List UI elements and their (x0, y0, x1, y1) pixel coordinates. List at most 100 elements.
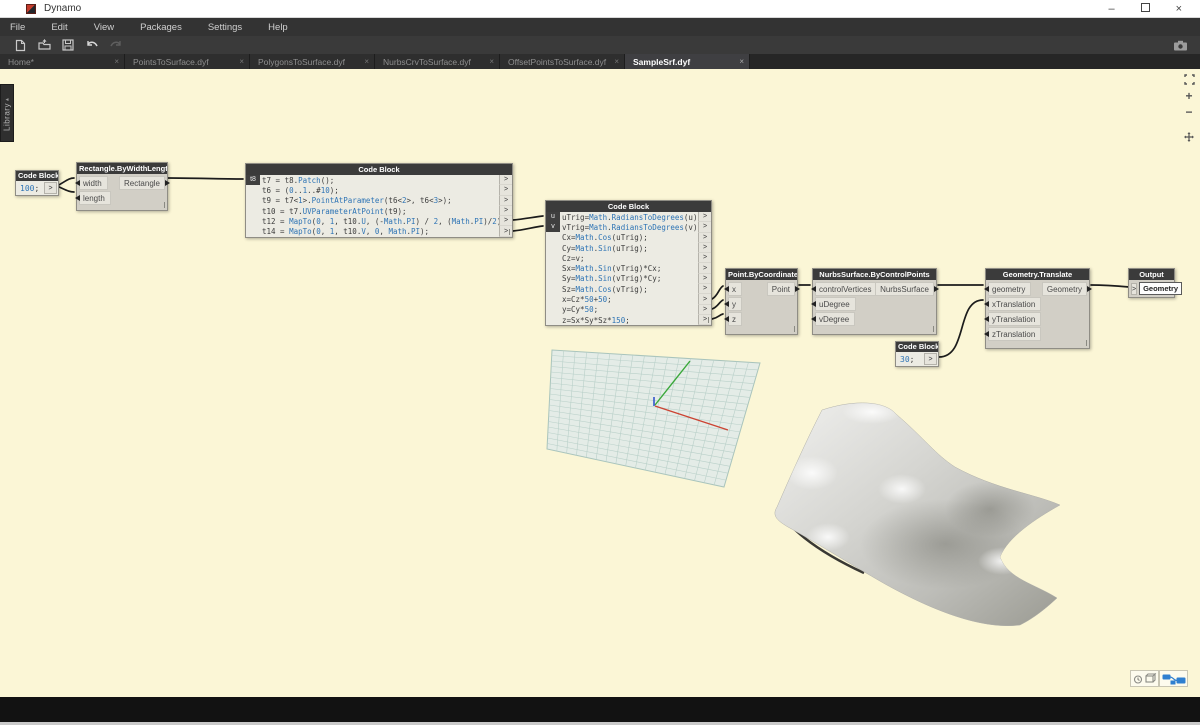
zoom-fit-button[interactable] (1182, 73, 1196, 86)
zoom-out-button[interactable]: − (1182, 105, 1196, 118)
code-text[interactable]: t6 = (0..1..#10); (246, 186, 499, 195)
node-title[interactable]: Code Block (896, 342, 938, 352)
output-port[interactable]: > (499, 216, 512, 226)
output-port[interactable]: > (698, 243, 711, 253)
code-text[interactable]: uTrig=Math.RadiansToDegrees(u); (546, 213, 698, 222)
code-text[interactable]: 100; (16, 184, 43, 193)
pan-button[interactable] (1182, 130, 1196, 143)
tab-close-icon[interactable]: × (485, 57, 494, 66)
node-title[interactable]: Code Block (246, 164, 512, 175)
node-title[interactable]: Output (1129, 269, 1174, 280)
code-text[interactable]: t10 = t7.UVParameterAtPoint(t9); (246, 207, 499, 216)
output-port[interactable]: > (698, 222, 711, 232)
node-output[interactable]: Output > Geometry (1128, 268, 1175, 298)
node-nurbssurface-bycontrolpoints[interactable]: NurbsSurface.ByControlPoints controlVert… (812, 268, 937, 335)
output-port[interactable]: > (698, 233, 711, 243)
node-code-block-100[interactable]: Code Block 100;> (15, 170, 59, 196)
graph-view-button[interactable] (1159, 670, 1188, 687)
code-text[interactable]: Cz=v; (546, 254, 698, 263)
tab-polygonstosurface-dyf[interactable]: PolygonsToSurface.dyf× (250, 54, 375, 69)
output-port[interactable]: > (499, 226, 512, 236)
node-rectangle-bywidthlength[interactable]: Rectangle.ByWidthLength widthlength Rect… (76, 162, 168, 211)
code-text[interactable]: y=Cy*50; (546, 305, 698, 314)
output-port[interactable]: > (698, 294, 711, 304)
tab-pointstosurface-dyf[interactable]: PointsToSurface.dyf× (125, 54, 250, 69)
output-port[interactable]: > (698, 305, 711, 315)
input-port[interactable]: xTranslation (988, 297, 1041, 311)
input-port[interactable]: controlVertices (815, 282, 877, 296)
input-port[interactable]: u (546, 212, 560, 222)
tab-close-icon[interactable]: × (735, 57, 744, 66)
code-text[interactable]: 30; (896, 355, 923, 364)
node-code-block-patch[interactable]: Code Block t8 t7 = t8.Patch();>t6 = (0..… (245, 163, 513, 238)
node-title[interactable]: Code Block (546, 201, 711, 212)
output-port[interactable]: > (499, 196, 512, 206)
node-title[interactable]: Geometry.Translate (986, 269, 1089, 280)
geometry-view-button[interactable] (1130, 670, 1159, 687)
node-code-block-trig[interactable]: Code Block u v uTrig=Math.RadiansToDegre… (545, 200, 712, 326)
input-port[interactable]: geometry (988, 282, 1031, 296)
close-button[interactable]: × (1176, 4, 1182, 14)
node-title[interactable]: Point.ByCoordinates (726, 269, 797, 280)
code-text[interactable]: x=Cz*50+50; (546, 295, 698, 304)
open-button[interactable] (32, 38, 56, 52)
code-text[interactable]: t14 = MapTo(0, 1, t10.V, 0, Math.PI); (246, 227, 499, 236)
save-button[interactable] (56, 38, 80, 52)
zoom-in-button[interactable]: + (1182, 89, 1196, 102)
code-text[interactable]: Sz=Math.Cos(vTrig); (546, 285, 698, 294)
node-title[interactable]: NurbsSurface.ByControlPoints (813, 269, 936, 280)
menu-item[interactable]: Edit (38, 18, 80, 36)
code-text[interactable]: Cx=Math.Cos(uTrig); (546, 233, 698, 242)
tab-close-icon[interactable]: × (360, 57, 369, 66)
input-port[interactable]: x (728, 282, 742, 296)
workspace-canvas[interactable]: Library ▸ Code Block 100;> Rectangle.ByW… (0, 69, 1200, 697)
output-port[interactable]: Geometry (1042, 282, 1087, 296)
node-title[interactable]: Code Block (16, 171, 58, 181)
menu-item[interactable]: Help (255, 18, 301, 36)
output-port[interactable]: > (698, 284, 711, 294)
output-port[interactable]: > (698, 315, 711, 325)
output-port[interactable]: > (924, 353, 937, 365)
tab-close-icon[interactable]: × (235, 57, 244, 66)
tab-offsetpointstosurface-dyf[interactable]: OffsetPointsToSurface.dyf× (500, 54, 625, 69)
tab-home[interactable]: Home*× (0, 54, 125, 69)
output-port[interactable]: > (698, 253, 711, 263)
output-port[interactable]: NurbsSurface (875, 282, 934, 296)
node-code-block-30[interactable]: Code Block 30;> (895, 341, 939, 367)
maximize-button[interactable] (1141, 3, 1150, 14)
new-file-button[interactable] (8, 38, 32, 52)
tab-close-icon[interactable]: × (610, 57, 619, 66)
input-port[interactable]: width (79, 176, 108, 190)
output-port[interactable]: > (499, 206, 512, 216)
code-text[interactable]: Sy=Math.Sin(vTrig)*Cy; (546, 274, 698, 283)
output-port[interactable]: > (44, 182, 57, 194)
node-point-bycoordinates[interactable]: Point.ByCoordinates xyz Point (725, 268, 798, 335)
output-port[interactable]: Point (767, 282, 795, 296)
menu-item[interactable]: Settings (195, 18, 255, 36)
code-text[interactable]: Cy=Math.Sin(uTrig); (546, 244, 698, 253)
undo-button[interactable] (80, 38, 104, 52)
minimize-button[interactable]: – (1108, 4, 1114, 14)
output-port[interactable]: > (698, 274, 711, 284)
input-port[interactable]: z (728, 312, 742, 326)
code-text[interactable]: Sx=Math.Sin(vTrig)*Cx; (546, 264, 698, 273)
tab-samplesrf-dyf[interactable]: SampleSrf.dyf× (625, 54, 750, 69)
input-port[interactable]: y (728, 297, 742, 311)
input-port[interactable]: t8 (246, 175, 260, 185)
input-port[interactable]: zTranslation (988, 327, 1041, 341)
menu-item[interactable]: Packages (127, 18, 195, 36)
menu-item[interactable]: File (0, 18, 38, 36)
output-port[interactable]: > (499, 185, 512, 195)
input-port[interactable]: v (546, 222, 560, 232)
input-port[interactable]: > (1131, 283, 1137, 295)
library-panel-tab[interactable]: Library ▸ (0, 84, 14, 142)
menu-item[interactable]: View (81, 18, 127, 36)
input-port[interactable]: yTranslation (988, 312, 1041, 326)
redo-button[interactable] (104, 38, 128, 52)
code-text[interactable]: t9 = t7<1>.PointAtParameter(t6<2>, t6<3>… (246, 196, 499, 205)
node-title[interactable]: Rectangle.ByWidthLength (77, 163, 167, 174)
output-port[interactable]: Rectangle (119, 176, 165, 190)
code-text[interactable]: vTrig=Math.RadiansToDegrees(v); (546, 223, 698, 232)
input-port[interactable]: vDegree (815, 312, 855, 326)
tab-nurbscrvtosurface-dyf[interactable]: NurbsCrvToSurface.dyf× (375, 54, 500, 69)
